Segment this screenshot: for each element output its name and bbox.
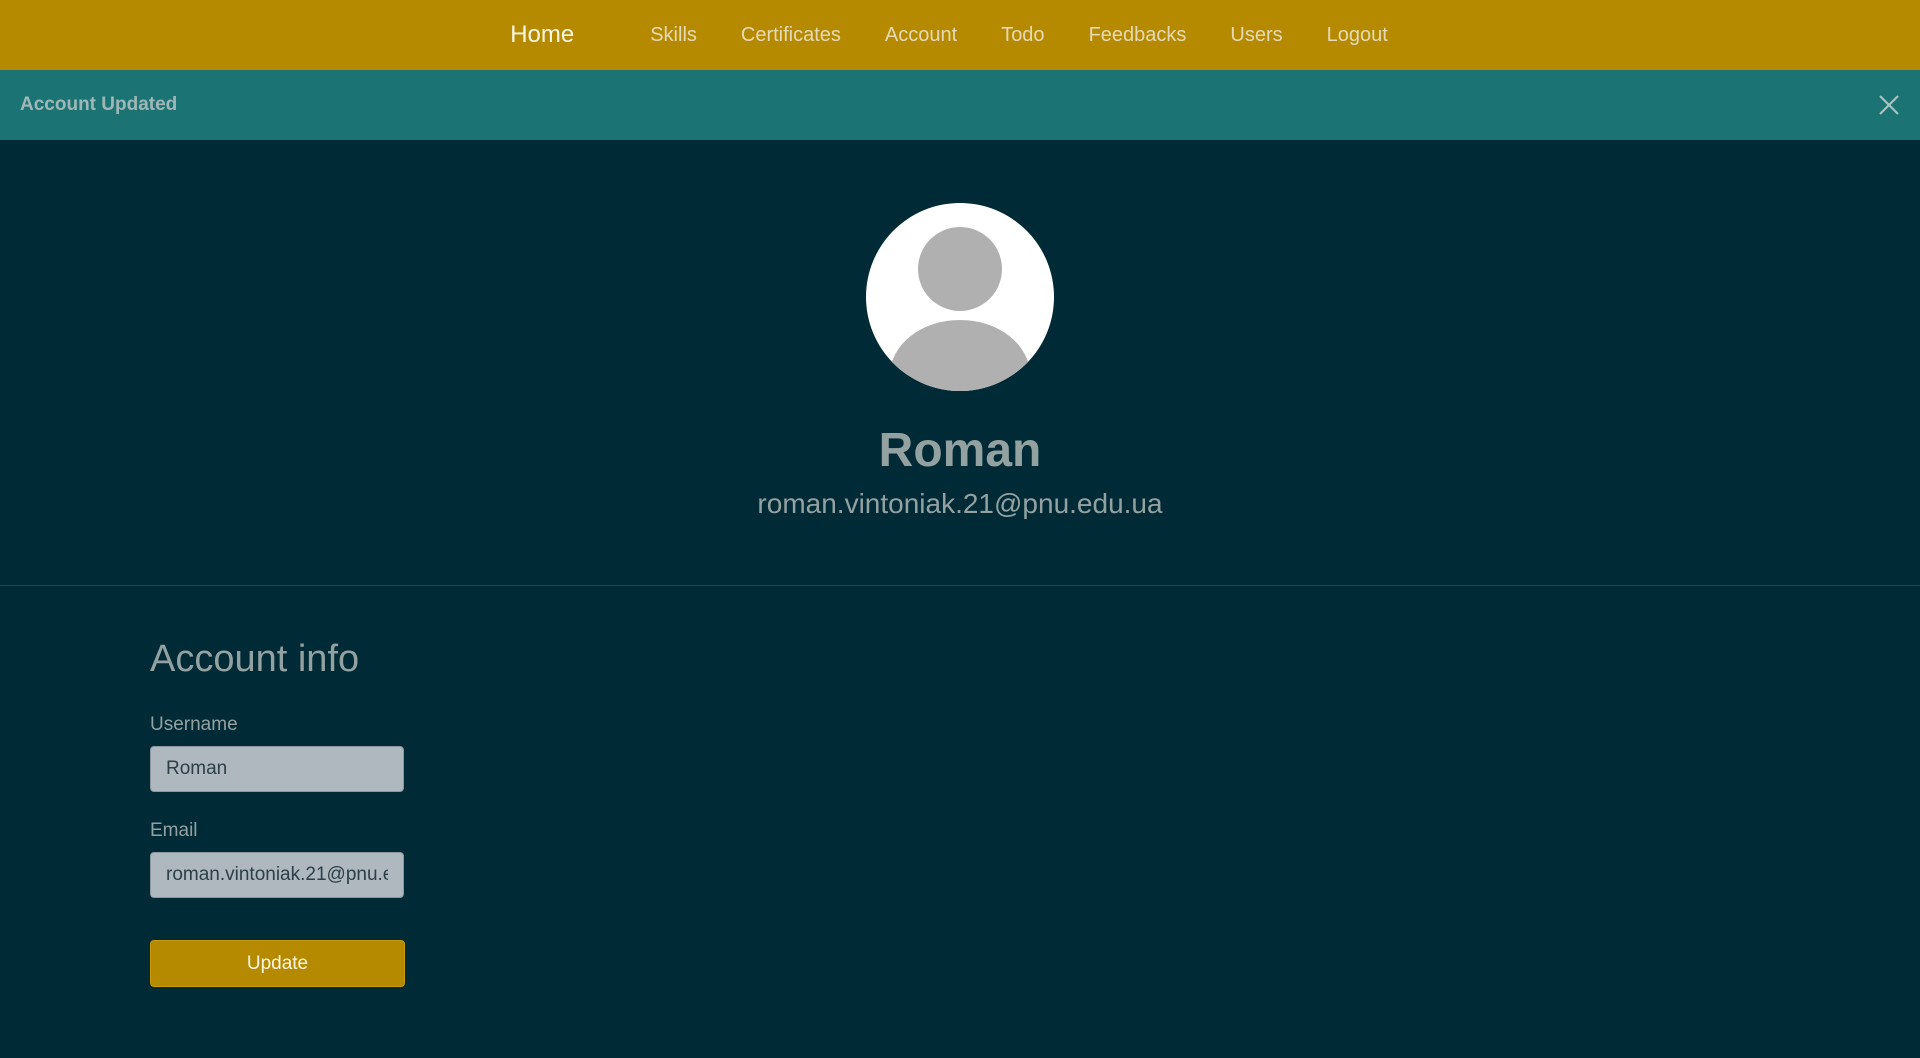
username-label: Username bbox=[150, 714, 238, 735]
account-updated-alert: Account Updated bbox=[0, 70, 1920, 140]
email-label: Email bbox=[150, 820, 198, 841]
account-info-title: Account info bbox=[150, 638, 360, 680]
nav-todo-link[interactable]: Todo bbox=[1001, 24, 1044, 47]
nav-home-link[interactable]: Home bbox=[510, 21, 574, 49]
username-field[interactable] bbox=[150, 746, 404, 792]
nav-links: Home Skills Certificates Account Todo Fe… bbox=[510, 21, 1410, 49]
nav-certificates-link[interactable]: Certificates bbox=[741, 24, 841, 47]
update-button[interactable]: Update bbox=[150, 940, 405, 987]
nav-account-link[interactable]: Account bbox=[885, 24, 957, 47]
account-info-form: Account info Username Email Update bbox=[150, 636, 550, 987]
profile-name: Roman bbox=[878, 424, 1042, 477]
email-field[interactable] bbox=[150, 852, 404, 898]
nav-skills-link[interactable]: Skills bbox=[650, 24, 697, 47]
nav-feedbacks-link[interactable]: Feedbacks bbox=[1089, 24, 1187, 47]
top-navbar: Home Skills Certificates Account Todo Fe… bbox=[0, 0, 1920, 70]
profile-email: roman.vintoniak.21@pnu.edu.ua bbox=[757, 488, 1163, 519]
close-icon[interactable] bbox=[1876, 92, 1902, 118]
alert-message: Account Updated bbox=[20, 94, 178, 115]
profile-header: Roman roman.vintoniak.21@pnu.edu.ua bbox=[0, 140, 1920, 586]
user-avatar-icon bbox=[866, 203, 1054, 391]
nav-users-link[interactable]: Users bbox=[1230, 24, 1282, 47]
nav-logout-link[interactable]: Logout bbox=[1327, 24, 1388, 47]
